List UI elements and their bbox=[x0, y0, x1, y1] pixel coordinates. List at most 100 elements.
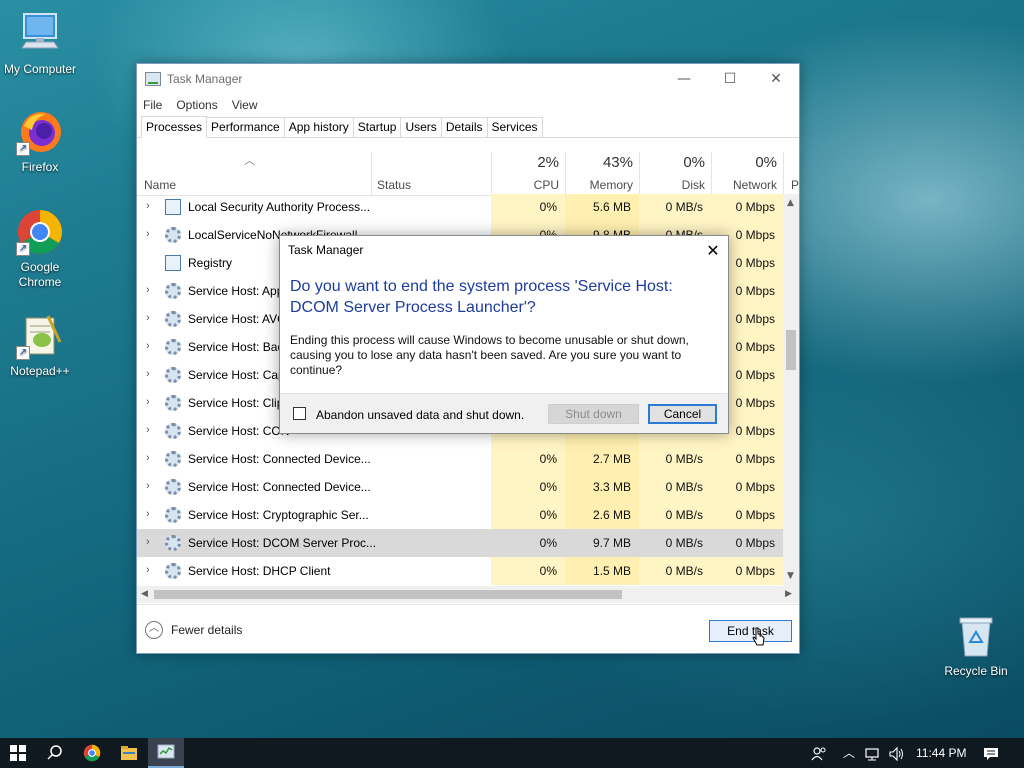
maximize-button[interactable]: ☐ bbox=[707, 64, 753, 94]
desktop-icon-google-chrome[interactable]: ↗ Google Chrome bbox=[0, 208, 80, 290]
expand-chevron-icon[interactable]: › bbox=[146, 312, 150, 324]
process-name: Service Host: Cryptographic Ser... bbox=[188, 508, 369, 522]
cell-memory: 2.6 MB bbox=[565, 501, 639, 529]
end-process-dialog: Task Manager ✕ Do you want to end the sy… bbox=[279, 235, 729, 434]
taskbar: ︿ 11:44 PM bbox=[0, 738, 1024, 768]
table-row[interactable]: › Service Host: DHCP Client 0% 1.5 MB 0 MB/s… bbox=[137, 557, 783, 585]
start-button[interactable] bbox=[0, 738, 36, 768]
gear-icon bbox=[165, 423, 181, 439]
taskbar-task-manager[interactable] bbox=[148, 738, 184, 768]
scroll-right-arrow-icon[interactable]: ▶ bbox=[785, 589, 792, 599]
expand-chevron-icon[interactable]: › bbox=[146, 396, 150, 408]
network-icon[interactable] bbox=[864, 738, 882, 768]
cell-disk: 0 MB/s bbox=[639, 473, 711, 501]
column-power-partial[interactable]: P bbox=[783, 152, 799, 196]
table-row[interactable]: › Service Host: Connected Device... 0% 3.3 … bbox=[137, 473, 783, 501]
expand-chevron-icon[interactable]: › bbox=[146, 200, 150, 212]
people-icon[interactable] bbox=[810, 738, 828, 768]
scroll-up-arrow-icon[interactable]: ▲ bbox=[787, 198, 794, 208]
minimize-button[interactable]: — bbox=[661, 64, 707, 94]
desktop-icon-label: Notepad++ bbox=[10, 364, 70, 378]
firefox-icon: ↗ bbox=[16, 108, 64, 156]
scrollbar-thumb[interactable] bbox=[786, 330, 796, 370]
tab-users[interactable]: Users bbox=[400, 117, 442, 137]
column-network[interactable]: 0% Network bbox=[711, 152, 783, 196]
expand-chevron-icon[interactable]: › bbox=[146, 508, 150, 520]
column-status[interactable]: Status bbox=[371, 152, 491, 196]
fewer-details-button[interactable]: ︿ Fewer details bbox=[145, 621, 242, 639]
column-memory[interactable]: 43% Memory bbox=[565, 152, 639, 196]
process-name: Registry bbox=[188, 256, 233, 270]
mouse-cursor-icon bbox=[752, 627, 765, 646]
gear-icon bbox=[165, 339, 181, 355]
tab-performance[interactable]: Performance bbox=[206, 117, 285, 137]
desktop-icon-my-computer[interactable]: My Computer bbox=[0, 10, 80, 77]
table-row[interactable]: › Service Host: DCOM Server Proc... 0% 9.7 … bbox=[137, 529, 783, 557]
cell-cpu: 0% bbox=[491, 473, 565, 501]
expand-chevron-icon[interactable]: › bbox=[146, 424, 150, 436]
desktop-icon-notepadpp[interactable]: ↗ Notepad++ bbox=[0, 312, 80, 379]
tab-details[interactable]: Details bbox=[440, 117, 488, 137]
column-divider bbox=[711, 152, 712, 196]
expand-chevron-icon[interactable]: › bbox=[146, 284, 150, 296]
table-row[interactable]: › Service Host: Connected Device... 0% 2.7 … bbox=[137, 445, 783, 473]
expand-chevron-icon[interactable]: › bbox=[146, 564, 150, 576]
cell-disk: 0 MB/s bbox=[639, 529, 711, 557]
column-disk[interactable]: 0% Disk bbox=[639, 152, 711, 196]
desktop-icon-recycle-bin[interactable]: Recycle Bin bbox=[936, 612, 1016, 679]
window-controls: — ☐ ✕ bbox=[661, 64, 799, 94]
desktop-icon-label: Firefox bbox=[21, 160, 59, 174]
menu-file[interactable]: File bbox=[143, 98, 162, 112]
end-task-button[interactable]: End task bbox=[709, 620, 792, 642]
expand-chevron-icon[interactable]: › bbox=[146, 480, 150, 492]
table-row[interactable]: › Service Host: Cryptographic Ser... 0% 2.6… bbox=[137, 501, 783, 529]
menu-view[interactable]: View bbox=[232, 98, 258, 112]
process-window-icon bbox=[165, 199, 181, 215]
action-center-icon[interactable] bbox=[982, 738, 1000, 768]
cell-cpu: 0% bbox=[491, 445, 565, 473]
desktop-icon-label: Google Chrome bbox=[18, 260, 62, 289]
tab-services[interactable]: Services bbox=[486, 117, 543, 137]
vertical-scrollbar[interactable]: ▲ ▼ bbox=[783, 194, 799, 586]
checkbox-label[interactable]: Abandon unsaved data and shut down. bbox=[316, 408, 524, 422]
tab-strip: Processes Performance App history Startu… bbox=[137, 116, 799, 138]
search-button[interactable] bbox=[37, 738, 73, 768]
cancel-button[interactable]: Cancel bbox=[648, 404, 717, 424]
dialog-title[interactable]: Task Manager bbox=[280, 236, 728, 265]
scroll-left-arrow-icon[interactable]: ◀ bbox=[141, 589, 148, 599]
clock[interactable]: 11:44 PM bbox=[916, 738, 966, 768]
tab-processes[interactable]: Processes bbox=[141, 116, 208, 138]
expand-chevron-icon[interactable]: › bbox=[146, 368, 150, 380]
expand-chevron-icon[interactable]: › bbox=[146, 536, 150, 548]
desktop-icon-firefox[interactable]: ↗ Firefox bbox=[0, 108, 80, 175]
taskbar-file-explorer[interactable] bbox=[111, 738, 147, 768]
abandon-data-checkbox[interactable] bbox=[293, 407, 306, 420]
horizontal-scrollbar[interactable]: ◀ ▶ bbox=[137, 586, 799, 603]
cell-network: 0 Mbps bbox=[711, 473, 783, 501]
close-button[interactable]: ✕ bbox=[753, 64, 799, 94]
dialog-heading: Do you want to end the system process 'S… bbox=[290, 278, 673, 316]
expand-chevron-icon[interactable]: › bbox=[146, 452, 150, 464]
scrollbar-thumb[interactable] bbox=[154, 590, 622, 599]
cell-memory: 3.3 MB bbox=[565, 473, 639, 501]
desktop-icon-label: Recycle Bin bbox=[944, 664, 1008, 678]
gear-icon bbox=[165, 563, 181, 579]
process-name: Service Host: DCOM Server Proc... bbox=[188, 536, 377, 550]
scroll-down-arrow-icon[interactable]: ▼ bbox=[787, 571, 794, 581]
table-row[interactable]: › Local Security Authority Process... 0% 5.… bbox=[137, 194, 783, 221]
column-cpu[interactable]: 2% CPU bbox=[491, 152, 565, 196]
show-hidden-icons-chevron-icon[interactable]: ︿ bbox=[843, 738, 855, 768]
column-name[interactable]: ︿ Name bbox=[137, 152, 371, 196]
cell-disk: 0 MB/s bbox=[639, 557, 711, 585]
tab-startup[interactable]: Startup bbox=[352, 117, 402, 137]
menu-options[interactable]: Options bbox=[176, 98, 217, 112]
fewer-details-label: Fewer details bbox=[171, 623, 243, 637]
windows-logo-icon bbox=[10, 745, 26, 761]
taskbar-chrome[interactable] bbox=[74, 738, 110, 768]
volume-icon[interactable] bbox=[888, 738, 906, 768]
expand-chevron-icon[interactable]: › bbox=[146, 228, 150, 240]
expand-chevron-icon[interactable]: › bbox=[146, 340, 150, 352]
tab-app-history[interactable]: App history bbox=[283, 117, 354, 137]
process-name: Service Host: Connected Device... bbox=[188, 452, 371, 466]
dialog-close-icon[interactable]: ✕ bbox=[698, 236, 728, 265]
